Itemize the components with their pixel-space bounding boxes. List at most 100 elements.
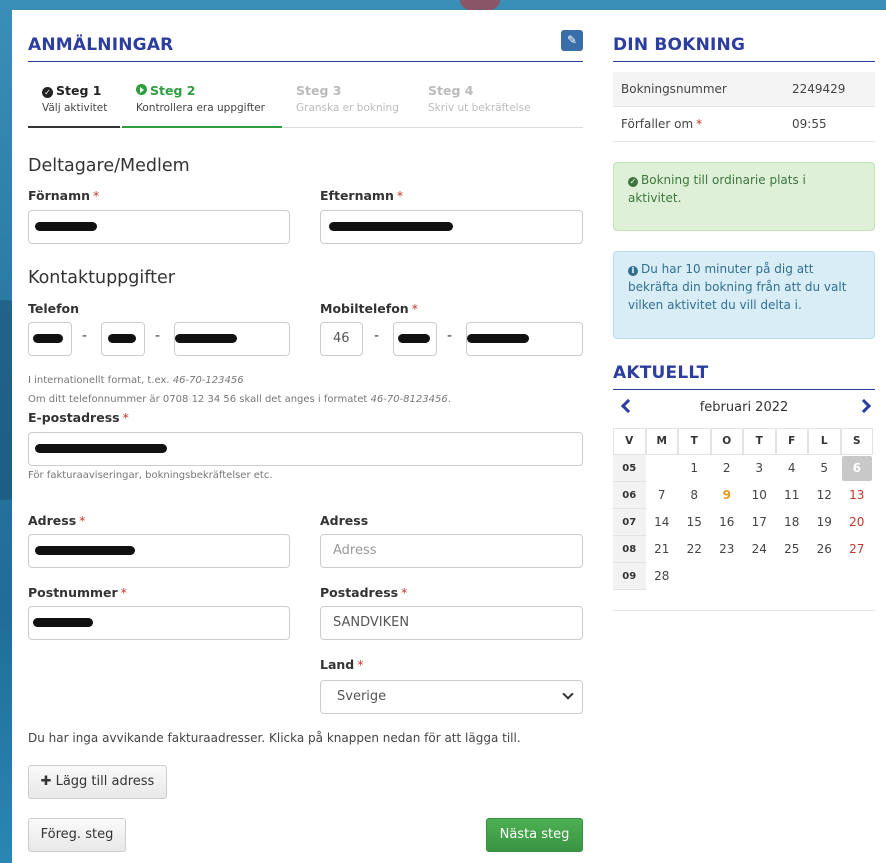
calendar-day[interactable]: 23 [712,537,743,562]
address-input[interactable] [28,534,290,568]
calendar-day[interactable]: 5 [809,456,840,481]
step-1-tab[interactable]: ✓ Steg 1 Välj aktivitet [28,82,120,128]
calendar-day[interactable]: 6 [841,456,872,481]
zip-input[interactable] [28,606,290,640]
calendar-day[interactable]: 16 [712,510,743,535]
calendar-day[interactable]: 13 [842,483,873,508]
check-circle-icon: ✓ [42,87,53,98]
step-tabs: ✓ Steg 1 Välj aktivitet Steg 2 Kontroller… [28,82,583,128]
address2-input[interactable]: Adress [320,534,583,568]
calendar-day[interactable]: 1 [679,456,710,481]
step-3-name: Steg 3 [296,83,342,98]
play-circle-icon [136,84,147,95]
firstname-label: Förnamn * [28,188,100,203]
calendar-day[interactable]: 17 [744,510,775,535]
booking-success-alert: ✓ Bokning till ordinarie plats i aktivite… [613,162,875,231]
country-value: Sverige [337,689,387,704]
calendar-day[interactable]: 21 [647,537,678,562]
mobile-number-input[interactable] [466,322,583,356]
calendar-day[interactable]: 2 [712,456,743,481]
step-4-sub: Skriv ut bekräftelse [428,102,531,114]
mobile-area-input[interactable] [393,322,437,356]
table-row: Förfaller om * 09:55 [613,107,875,142]
calendar-day[interactable]: 10 [744,483,775,508]
phone-number-input[interactable] [174,322,290,356]
redacted-value [398,334,430,343]
info-circle-icon: i [628,266,638,276]
redacted-value [467,334,529,343]
phone-format-help: I internationellt format, t.ex. 46-70-12… [28,375,244,386]
calendar-day[interactable]: 20 [842,510,873,535]
calendar-day[interactable]: 19 [809,510,840,535]
mobile-country-input[interactable]: 46 [320,322,363,356]
phone-example-help: Om ditt telefonnummer är 0708 12 34 56 s… [28,394,451,405]
calendar-day[interactable]: 14 [647,510,678,535]
calendar-day[interactable]: 18 [777,510,808,535]
week-number: 06 [613,482,646,509]
country-select[interactable]: Sverige [320,680,583,714]
booking-number-value: 2249429 [792,82,846,96]
calendar-day[interactable]: 26 [809,537,840,562]
calendar-day[interactable]: 28 [647,564,678,589]
expires-label: Förfaller om * [621,117,703,131]
calendar-day[interactable]: 22 [679,537,710,562]
booking-number-label: Bokningsnummer [621,82,727,96]
calendar-day[interactable]: 25 [777,537,808,562]
calendar-day[interactable]: 9 [712,483,743,508]
calendar-week-row: 08 21 22 23 24 25 26 27 [613,536,875,563]
step-1-name: Steg 1 [56,83,102,98]
step-2-tab[interactable]: Steg 2 Kontrollera era uppgifter [122,82,282,128]
booking-info-alert: i Du har 10 minuter på dig att bekräfta d… [613,251,875,339]
mobile-separator: - [374,328,380,344]
mobile-label: Mobiltelefon * [320,301,418,316]
redacted-value [108,334,136,343]
edit-button[interactable]: ✎ [561,30,583,51]
week-number: 09 [613,563,646,590]
previous-step-button[interactable]: Föreg. steg [28,818,126,852]
email-help: För fakturaaviseringar, bokningsbekräfte… [28,470,273,481]
firstname-input[interactable] [28,210,290,244]
calendar-day[interactable]: 27 [842,537,873,562]
city-label: Postadress * [320,585,408,600]
phone-area-input[interactable] [101,322,145,356]
calendar-nav: februari 2022 [613,398,875,420]
week-number: 05 [613,455,646,482]
booking-header: DIN BOKNING [613,34,875,62]
chevron-down-icon [562,688,574,700]
calendar-day[interactable]: 11 [777,483,808,508]
calendar-week-row: 06 7 8 9 10 11 12 13 [613,482,875,509]
email-label: E-postadress * [28,410,129,425]
phone-country-input[interactable] [28,322,72,356]
lastname-label: Efternamn * [320,188,404,203]
next-step-button[interactable]: Nästa steg [486,818,583,852]
lastname-input[interactable] [320,210,583,244]
email-input[interactable] [28,432,583,466]
calendar-week-row: 07 14 15 16 17 18 19 20 [613,509,875,536]
calendar-weekday-row: VMTOTFLS [613,428,875,455]
expires-value: 09:55 [792,117,827,131]
calendar-day[interactable]: 8 [679,483,710,508]
booking-table: Bokningsnummer 2249429 Förfaller om * 09:… [613,72,875,142]
calendar-week-row: 09 28 [613,563,875,590]
calendar-day[interactable]: 12 [809,483,840,508]
weekday-header: O [710,428,743,455]
city-input[interactable]: SANDVIKEN [320,606,583,640]
calendar-month: februari 2022 [699,400,789,415]
week-number: 08 [613,536,646,563]
phone-separator: - [82,328,88,344]
calendar-day[interactable]: 7 [647,483,678,508]
calendar-day[interactable]: 15 [679,510,710,535]
country-label: Land * [320,657,364,672]
news-header: AKTUELLT [613,362,875,390]
calendar-day[interactable]: 24 [744,537,775,562]
plus-icon: ✚ [40,774,52,789]
registration-title: ANMÄLNINGAR [28,35,174,55]
calendar-day[interactable]: 3 [744,456,775,481]
step-3-tab: Steg 3 Granska er bokning [282,82,414,128]
news-title: AKTUELLT [613,363,709,383]
redacted-value [33,618,93,627]
add-address-button[interactable]: ✚ Lägg till adress [28,765,167,799]
calendar-day[interactable]: 4 [777,456,808,481]
invoice-address-note: Du har inga avvikande fakturaadresser. K… [28,731,521,745]
step-2-sub: Kontrollera era uppgifter [136,102,265,114]
